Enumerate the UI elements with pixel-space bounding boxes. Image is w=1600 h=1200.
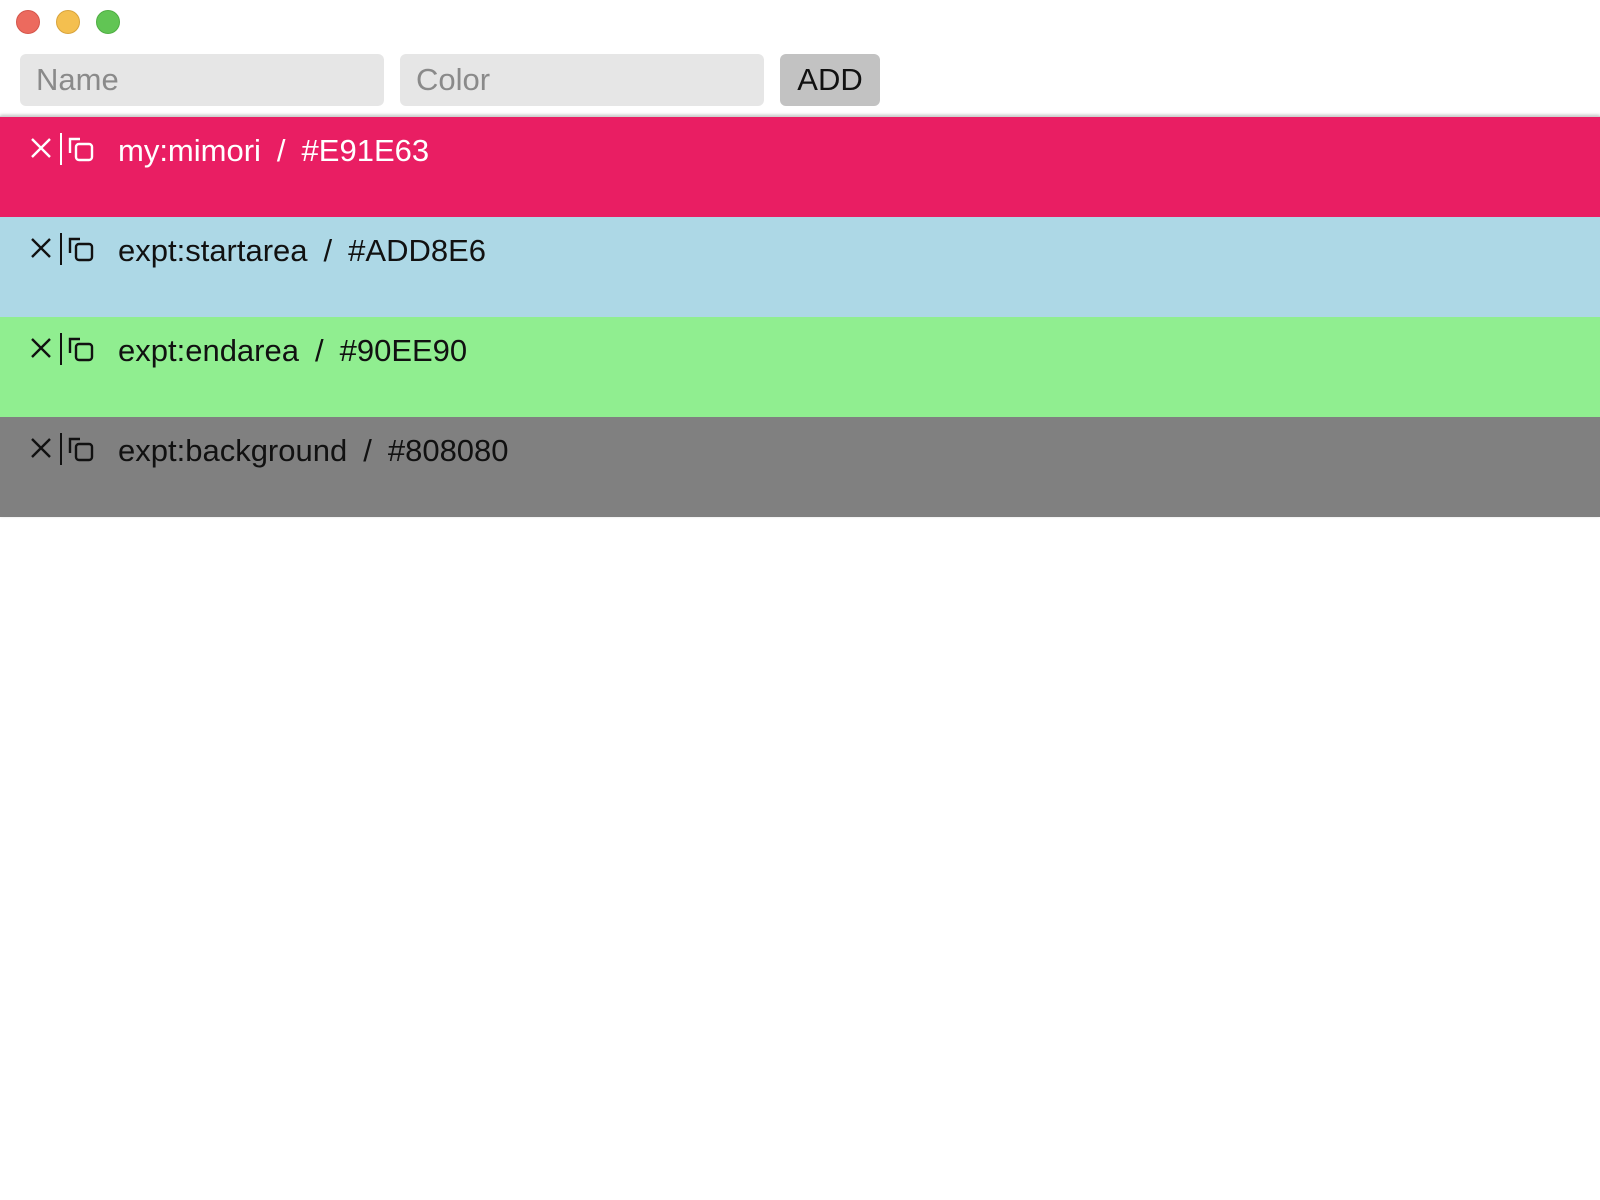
window-maximize-button[interactable] (96, 10, 120, 34)
entry-separator: / (363, 433, 372, 468)
color-entry: expt:background / #808080 (0, 417, 1600, 517)
copy-icon[interactable] (66, 433, 94, 465)
divider (60, 433, 62, 465)
entry-color-code: #ADD8E6 (348, 233, 487, 268)
color-entry: expt:startarea / #ADD8E6 (0, 217, 1600, 317)
entry-color-code: #808080 (387, 433, 509, 468)
close-icon[interactable] (28, 433, 56, 465)
window-minimize-button[interactable] (56, 10, 80, 34)
color-list: my:mimori / #E91E63 expt:startarea / #ADD8E6… (0, 116, 1600, 517)
copy-icon[interactable] (66, 133, 94, 165)
entry-label: expt:endarea / #90EE90 (118, 333, 467, 369)
entry-controls (28, 331, 94, 367)
entry-separator: / (323, 233, 333, 268)
window-close-button[interactable] (16, 10, 40, 34)
entry-color-code: #E91E63 (301, 133, 430, 168)
divider (60, 333, 62, 365)
color-entry: my:mimori / #E91E63 (0, 117, 1600, 217)
add-color-form: ADD (0, 44, 1600, 116)
entry-color-code: #90EE90 (339, 333, 468, 368)
close-icon[interactable] (28, 133, 56, 165)
name-input[interactable] (20, 54, 384, 106)
copy-icon[interactable] (66, 233, 94, 265)
entry-controls (28, 231, 94, 267)
divider (60, 133, 62, 165)
copy-icon[interactable] (66, 333, 94, 365)
color-input[interactable] (400, 54, 764, 106)
color-entry: expt:endarea / #90EE90 (0, 317, 1600, 417)
entry-separator: / (314, 333, 324, 368)
entry-name: expt:background (118, 433, 348, 468)
entry-name: my:mimori (118, 133, 261, 168)
divider (60, 233, 62, 265)
window-titlebar (0, 0, 1600, 44)
add-button[interactable]: ADD (780, 54, 880, 106)
close-icon[interactable] (28, 333, 56, 365)
entry-controls (28, 431, 94, 467)
entry-controls (28, 131, 94, 167)
entry-label: expt:background / #808080 (118, 433, 509, 469)
close-icon[interactable] (28, 233, 56, 265)
entry-label: my:mimori / #E91E63 (118, 133, 429, 169)
entry-name: expt:endarea (118, 333, 299, 368)
entry-label: expt:startarea / #ADD8E6 (118, 233, 486, 269)
entry-separator: / (276, 133, 286, 168)
entry-name: expt:startarea (118, 233, 308, 268)
